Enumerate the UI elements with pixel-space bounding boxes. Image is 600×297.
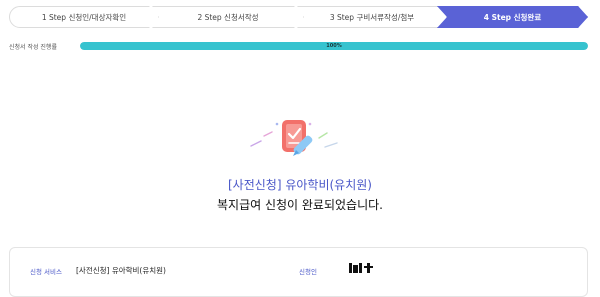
- step-4-active: 4 Step 신청완료: [437, 6, 588, 28]
- applicant-label: 신청인: [299, 268, 317, 276]
- application-complete-icon: [250, 120, 338, 156]
- step-indicator: 1 Step 신청인/대상자확인 2 Step 신청서작성 3 Step 구비서…: [9, 6, 588, 28]
- progress-percent: 100%: [326, 43, 342, 49]
- progress-label: 신청서 작성 진행률: [9, 44, 57, 51]
- service-title: [사전신청] 유아학비(유치원): [228, 178, 372, 192]
- step-3: 3 Step 구비서류작성/첨부: [297, 6, 447, 28]
- applicant-name-masked: [349, 263, 373, 273]
- completion-message: 복지급여 신청이 완료되었습니다.: [216, 198, 383, 212]
- service-label: 신청 서비스: [30, 268, 62, 276]
- step-2: 2 Step 신청서작성: [152, 6, 304, 28]
- service-value: [사전신청] 유아학비(유치원): [76, 266, 166, 275]
- progress-bar: 100%: [80, 42, 588, 50]
- step-1: 1 Step 신청인/대상자확인: [9, 6, 159, 28]
